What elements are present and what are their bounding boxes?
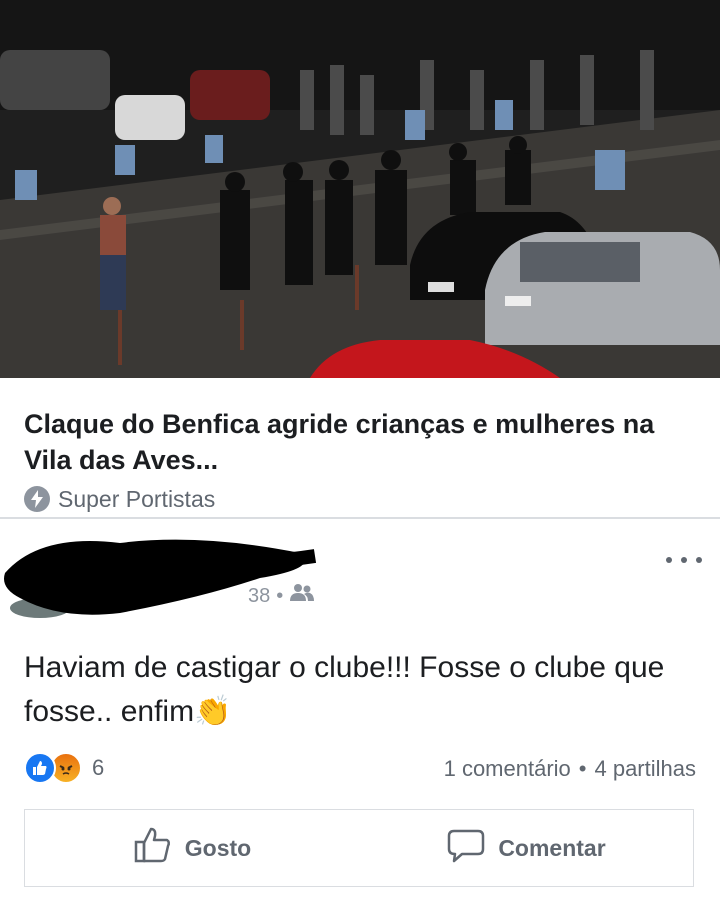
thumbs-up-icon xyxy=(133,825,173,871)
like-reaction-icon xyxy=(24,752,56,784)
comment-bubble-icon xyxy=(446,825,486,871)
link-source-name: Super Portistas xyxy=(58,485,216,512)
shares-count-link[interactable]: 4 partilhas xyxy=(594,756,696,782)
lightning-bolt-icon xyxy=(24,486,50,512)
reaction-count: 6 xyxy=(92,755,105,780)
link-title[interactable]: Claque do Benfica agride crianças e mulh… xyxy=(24,406,704,478)
comment-label: Comentar xyxy=(498,834,606,861)
stats-separator: • xyxy=(578,756,587,781)
more-dot-icon xyxy=(666,557,672,563)
more-dot-icon xyxy=(681,557,687,563)
link-source: Super Portistas xyxy=(24,484,215,514)
comment-button[interactable]: Comentar xyxy=(359,810,693,886)
post-stats: 1 comentário • 4 partilhas xyxy=(444,756,696,782)
post-text: Haviam de castigar o clube!!! Fosse o cl… xyxy=(24,651,665,728)
link-preview-image[interactable] xyxy=(0,0,720,378)
divider xyxy=(0,517,720,519)
post-meta: 38 • xyxy=(248,583,315,609)
meta-separator: • xyxy=(276,584,284,607)
like-button[interactable]: Gosto xyxy=(25,810,359,886)
reactions-summary[interactable]: 6 xyxy=(24,752,104,784)
more-dot-icon xyxy=(696,557,702,563)
comments-count-link[interactable]: 1 comentário xyxy=(444,756,571,782)
post-actions-bar: Gosto Comentar xyxy=(24,809,694,887)
friends-icon xyxy=(289,583,315,609)
more-options-button[interactable] xyxy=(666,548,702,572)
like-label: Gosto xyxy=(184,834,252,861)
post-timestamp-fragment: 38 xyxy=(248,584,271,607)
